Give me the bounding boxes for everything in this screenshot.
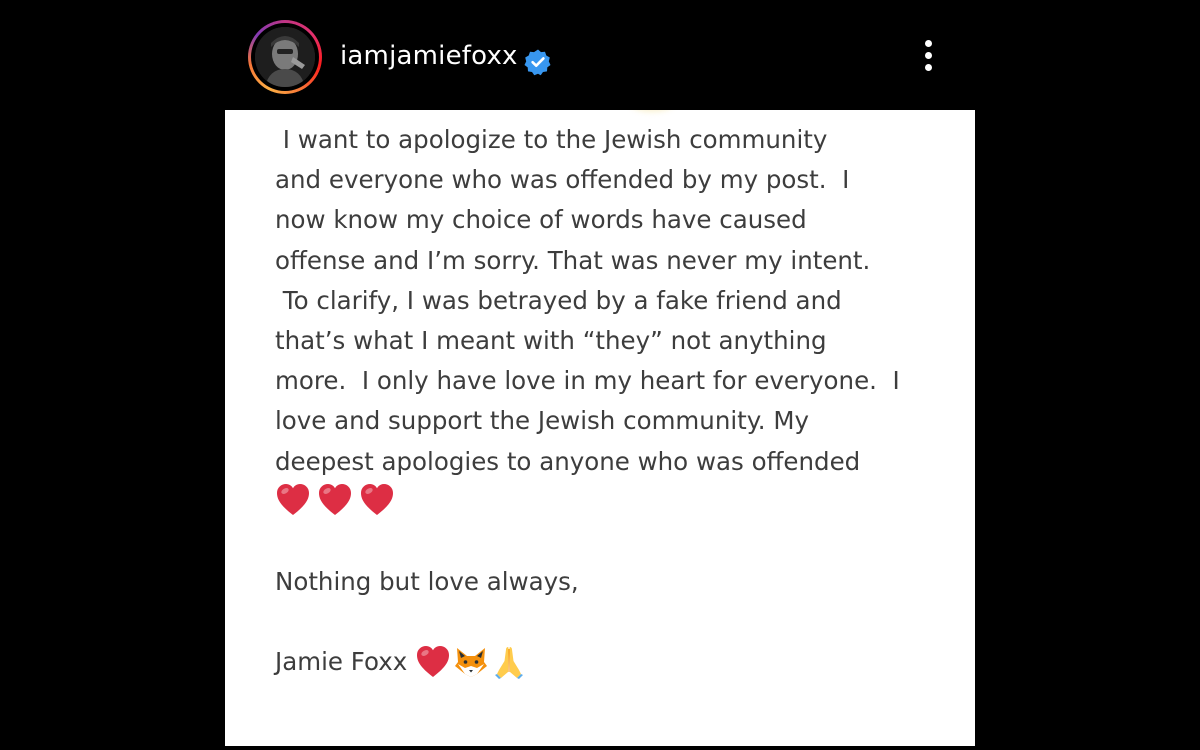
statement-line: that’s what I meant with “they” not anyt…	[275, 326, 827, 356]
folded-hands-emoji	[495, 647, 524, 679]
red-heart-emoji	[361, 484, 393, 515]
statement-line: To clarify, I was betrayed by a fake fri…	[275, 285, 842, 315]
red-heart-emoji	[417, 646, 450, 677]
statement-line: offense and I’m sorry. That was never my…	[275, 245, 871, 275]
apology-statement: I want to apologize to the Jewish commun…	[275, 120, 965, 482]
statement-line: and everyone who was offended by my post…	[275, 165, 850, 195]
signature-name: Jamie Foxx	[275, 647, 408, 676]
fox-face-emoji	[455, 648, 488, 677]
instagram-post-frame: iamjamiefoxx I want to apologize to the …	[0, 0, 1200, 750]
post-image[interactable]: I want to apologize to the Jewish commun…	[225, 110, 975, 746]
closing-line: Nothing but love always,	[275, 567, 579, 596]
hearts-row	[275, 482, 395, 522]
statement-line: more. I only have love in my heart for e…	[275, 366, 900, 396]
more-options-button[interactable]	[917, 36, 941, 76]
avatar[interactable]	[255, 27, 315, 87]
verified-badge-icon	[524, 49, 551, 76]
post-header: iamjamiefoxx	[225, 0, 975, 110]
signature-line: Jamie Foxx	[275, 642, 527, 682]
light-glow	[630, 110, 674, 112]
story-ring[interactable]	[248, 20, 322, 94]
statement-line: now know my choice of words have caused	[275, 205, 807, 235]
statement-line: I want to apologize to the Jewish commun…	[275, 125, 828, 154]
profile-photo	[255, 27, 315, 87]
statement-line: love and support the Jewish community. M…	[275, 406, 809, 436]
username[interactable]: iamjamiefoxx	[340, 43, 518, 69]
statement-line: deepest apologies to anyone who was offe…	[275, 446, 861, 476]
red-heart-emoji	[277, 484, 309, 515]
vertical-ellipsis-icon	[925, 40, 932, 47]
red-heart-emoji	[319, 484, 351, 515]
